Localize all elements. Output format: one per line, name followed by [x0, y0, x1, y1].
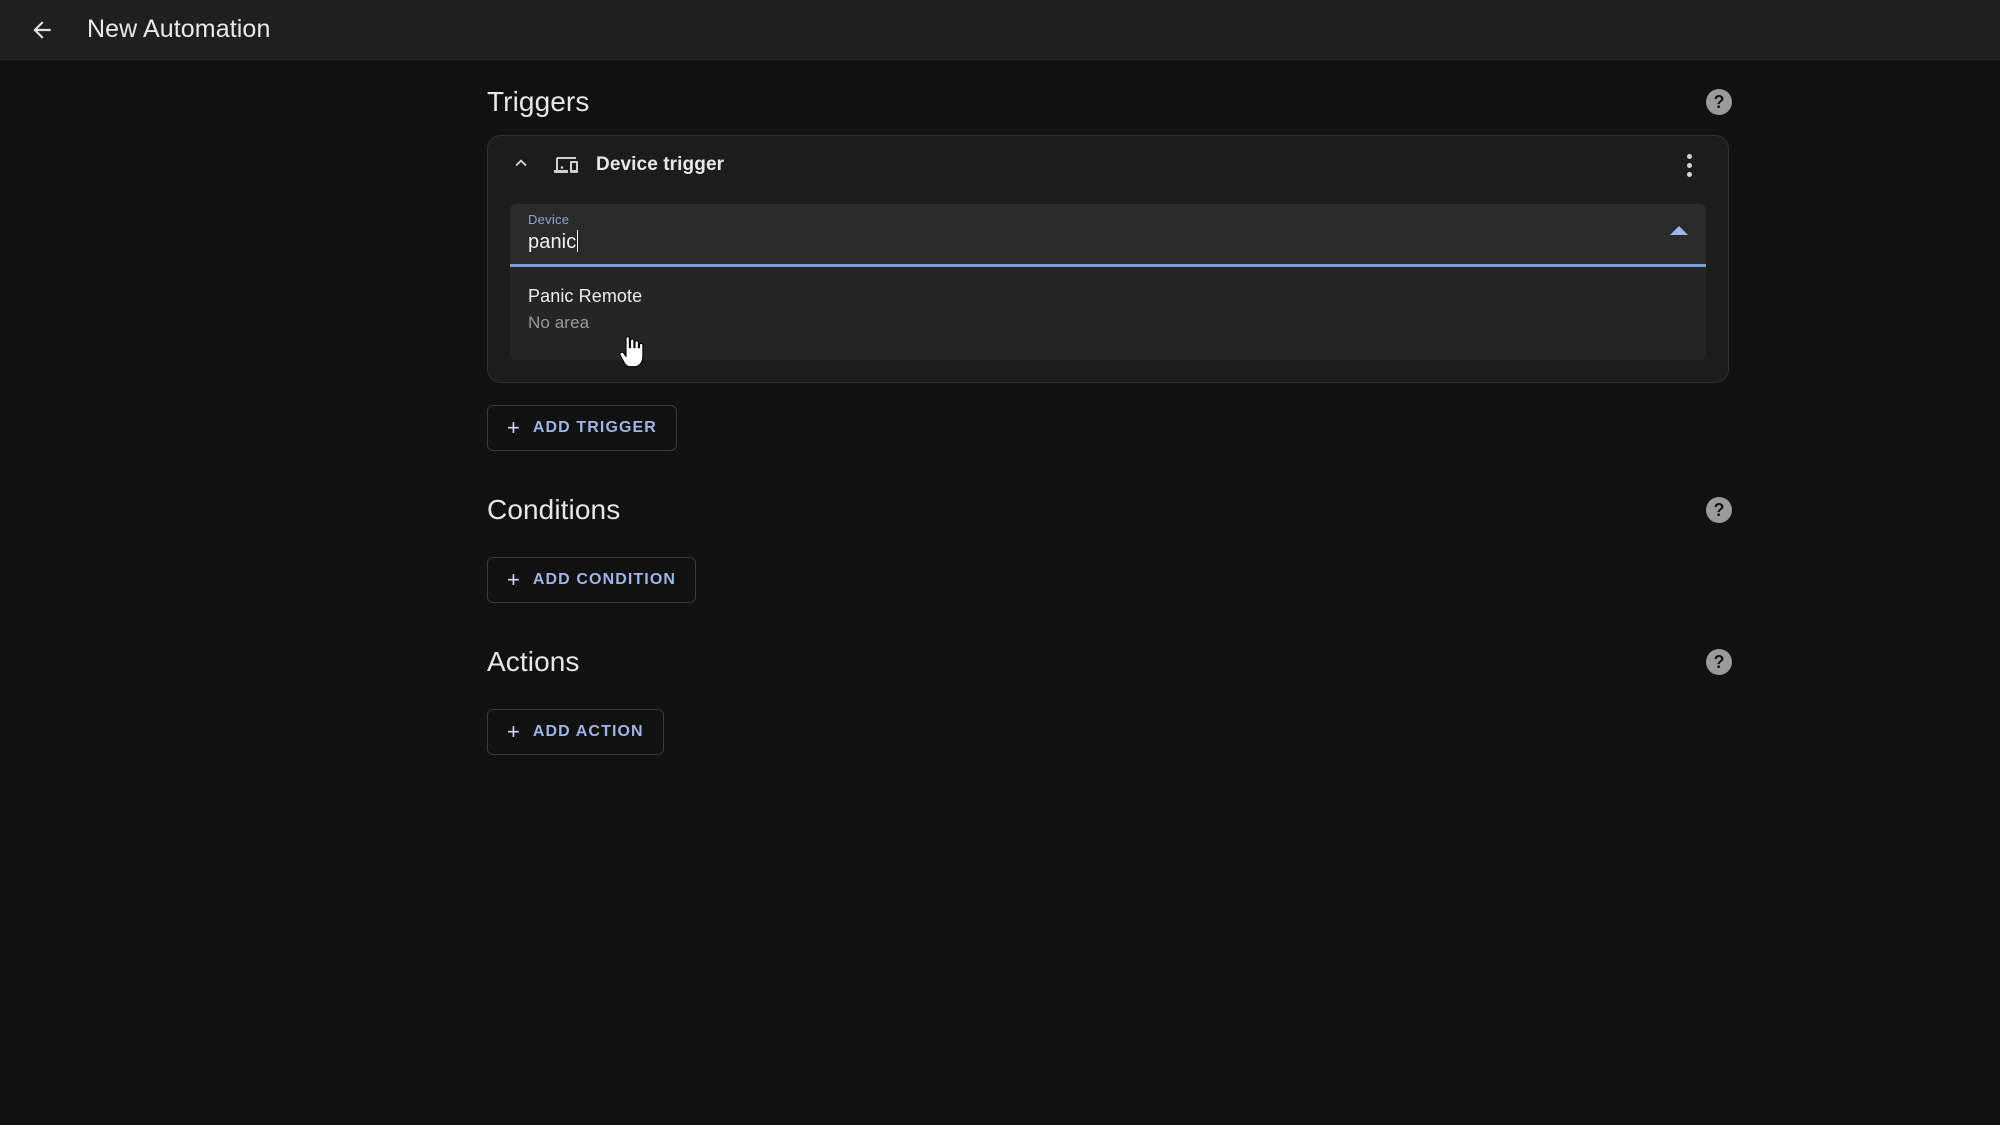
add-action-button[interactable]: + ADD ACTION	[487, 709, 664, 755]
add-action-row: + ADD ACTION	[487, 709, 1735, 755]
trigger-card-header: Device trigger	[488, 136, 1728, 194]
plus-icon: +	[507, 719, 520, 744]
add-condition-button[interactable]: + ADD CONDITION	[487, 557, 697, 603]
trigger-card: Device trigger Device panic Panic Remote…	[487, 135, 1729, 383]
device-option-name: Panic Remote	[528, 286, 643, 306]
triggers-help-icon[interactable]: ?	[1706, 89, 1732, 115]
device-option-item[interactable]: Panic Remote No area	[510, 275, 1706, 346]
trigger-overflow-menu-button[interactable]	[1672, 148, 1706, 182]
actions-title: Actions	[487, 646, 580, 677]
triggers-section-header: Triggers ?	[487, 77, 1735, 127]
collapse-trigger-button[interactable]	[506, 150, 536, 180]
add-condition-row: + ADD CONDITION	[487, 557, 1735, 603]
add-trigger-row: + ADD TRIGGER	[487, 405, 1735, 451]
device-input-field[interactable]: Device panic	[510, 204, 1706, 264]
conditions-title: Conditions	[487, 494, 621, 525]
add-condition-label: ADD CONDITION	[532, 571, 677, 588]
actions-section-header: Actions ?	[487, 637, 1735, 687]
dots-vertical-icon	[1686, 171, 1692, 177]
triggers-title: Triggers	[487, 86, 590, 117]
actions-help-icon[interactable]: ?	[1706, 649, 1732, 675]
device-input-label: Device	[528, 212, 570, 227]
back-button[interactable]	[18, 6, 66, 54]
device-input-text: panic	[528, 231, 577, 253]
plus-icon: +	[507, 567, 520, 592]
device-input-value: panic	[528, 230, 579, 254]
device-combobox: Device panic Panic Remote No area	[510, 204, 1706, 360]
device-option-area: No area	[528, 313, 590, 332]
device-dropdown-toggle-icon[interactable]	[1670, 226, 1688, 235]
trigger-card-body: Device panic Panic Remote No area	[488, 194, 1728, 382]
page-body: Triggers ? Device trigger Device panic P…	[0, 61, 2000, 1125]
trigger-card-title: Device trigger	[596, 154, 725, 175]
dots-vertical-icon	[1686, 153, 1692, 159]
page-title: New Automation	[87, 15, 271, 43]
add-trigger-label: ADD TRIGGER	[532, 419, 657, 436]
dots-vertical-icon	[1686, 162, 1692, 168]
chevron-up-icon	[510, 152, 532, 179]
app-bar: New Automation	[0, 0, 2000, 60]
add-trigger-button[interactable]: + ADD TRIGGER	[487, 405, 677, 451]
text-cursor	[577, 230, 579, 252]
add-action-label: ADD ACTION	[532, 723, 644, 740]
conditions-section-header: Conditions ?	[487, 485, 1735, 535]
automation-editor: Triggers ? Device trigger Device panic P…	[487, 61, 1735, 755]
arrow-left-icon	[29, 17, 55, 43]
conditions-help-icon[interactable]: ?	[1706, 497, 1732, 523]
device-dropdown-list: Panic Remote No area	[510, 267, 1706, 360]
devices-icon	[552, 151, 580, 179]
plus-icon: +	[507, 415, 520, 440]
